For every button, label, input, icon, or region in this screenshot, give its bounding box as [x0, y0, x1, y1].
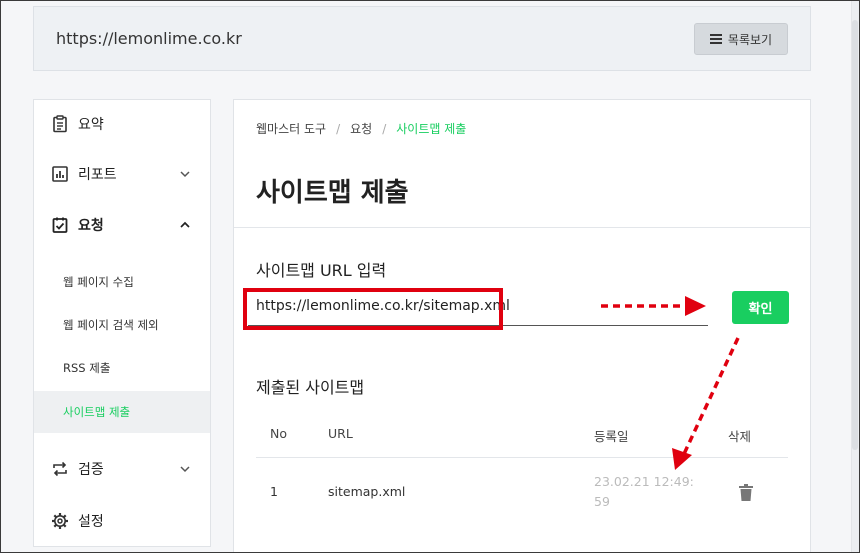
breadcrumb-item-current: 사이트맵 제출 — [396, 122, 467, 136]
sidebar-subitem-label: 웹 페이지 검색 제외 — [63, 318, 159, 332]
sidebar-item-label: 리포트 — [78, 167, 117, 183]
sidebar-subitem-label: 웹 페이지 수집 — [63, 275, 134, 289]
sidebar-subitem-page-collect[interactable]: 웹 페이지 수집 — [34, 261, 210, 303]
row-url: sitemap.xml — [328, 484, 406, 499]
site-url: https://lemonlime.co.kr — [56, 29, 242, 48]
list-icon — [709, 34, 722, 44]
breadcrumb-item-request[interactable]: 요청 — [350, 120, 372, 137]
sidebar-item-settings[interactable]: 설정 — [34, 501, 210, 541]
sidebar: 요약 리포트 요청 웹 페이지 수집 웹 페이지 검색 제외 RSS 제출 사이… — [33, 99, 211, 547]
breadcrumb-separator: / — [382, 121, 387, 136]
sidebar-item-label: 요약 — [78, 117, 104, 133]
sidebar-item-report[interactable]: 리포트 — [34, 154, 210, 194]
table-row: 1 sitemap.xml 23.02.21 12:49: 59 — [256, 458, 788, 528]
scrollbar-thumb[interactable] — [852, 20, 858, 450]
sidebar-item-label: 설정 — [78, 514, 104, 530]
sidebar-item-verify[interactable]: 검증 — [34, 449, 210, 489]
main-panel: 웹마스터 도구 / 요청 / 사이트맵 제출 사이트맵 제출 사이트맵 URL … — [233, 99, 811, 553]
row-date-line1: 23.02.21 12:49: — [594, 474, 694, 489]
sidebar-subitem-page-exclude[interactable]: 웹 페이지 검색 제외 — [34, 304, 210, 346]
submitted-sitemap-label: 제출된 사이트맵 — [256, 378, 365, 397]
breadcrumb: 웹마스터 도구 / 요청 / 사이트맵 제출 — [256, 120, 466, 137]
gear-icon — [52, 513, 68, 529]
row-no: 1 — [270, 484, 278, 499]
row-date: 23.02.21 12:49: 59 — [594, 472, 704, 512]
chevron-down-icon[interactable] — [180, 169, 190, 179]
table-header: No URL 등록일 삭제 — [256, 422, 788, 458]
row-date-line2: 59 — [594, 494, 610, 509]
breadcrumb-item-webmaster[interactable]: 웹마스터 도구 — [256, 120, 326, 137]
sidebar-subitem-label: RSS 제출 — [63, 361, 111, 375]
repeat-icon — [53, 461, 67, 477]
sidebar-item-label: 검증 — [78, 462, 104, 478]
sitemap-url-label: 사이트맵 URL 입력 — [256, 261, 387, 280]
column-header-no: No — [270, 426, 287, 441]
column-header-url: URL — [328, 426, 353, 441]
divider — [234, 227, 810, 228]
check-clipboard-icon — [52, 217, 68, 233]
sidebar-subitem-label: 사이트맵 제출 — [63, 405, 131, 419]
trash-icon[interactable] — [739, 484, 753, 501]
sidebar-subitem-rss[interactable]: RSS 제출 — [34, 347, 210, 389]
chart-icon — [52, 166, 68, 182]
column-header-delete: 삭제 — [728, 429, 752, 444]
confirm-button[interactable]: 확인 — [732, 291, 789, 324]
page-title: 사이트맵 제출 — [256, 178, 409, 208]
clipboard-icon — [53, 115, 67, 133]
list-view-button[interactable]: 목록보기 — [694, 23, 788, 55]
chevron-down-icon[interactable] — [180, 464, 190, 474]
list-view-button-label: 목록보기 — [727, 32, 773, 47]
column-header-date: 등록일 — [594, 429, 629, 444]
sitemap-url-value[interactable]: https://lemonlime.co.kr/sitemap.xml — [256, 298, 510, 314]
sidebar-subitem-sitemap[interactable]: 사이트맵 제출 — [34, 391, 210, 433]
sidebar-item-summary[interactable]: 요약 — [34, 104, 210, 144]
sidebar-item-request[interactable]: 요청 — [34, 205, 210, 245]
sidebar-item-label: 요청 — [78, 218, 104, 234]
breadcrumb-separator: / — [336, 121, 341, 136]
site-header: https://lemonlime.co.kr 목록보기 — [33, 6, 811, 71]
chevron-up-icon[interactable] — [180, 220, 190, 230]
